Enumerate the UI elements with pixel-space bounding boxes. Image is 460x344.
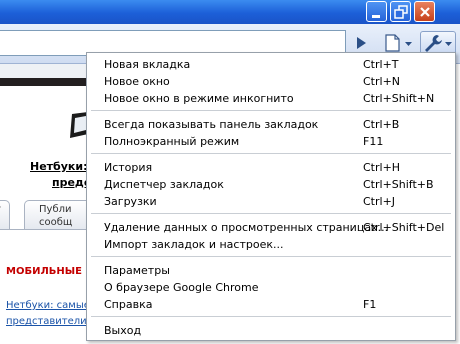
menu-item-downloads[interactable]: Загрузки Ctrl+J bbox=[87, 193, 455, 210]
menu-item-label: Импорт закладок и настроек... bbox=[104, 238, 284, 251]
wrench-dropdown-menu: Новая вкладка Ctrl+T Новое окно Ctrl+N Н… bbox=[86, 52, 456, 341]
menu-separator bbox=[91, 256, 451, 257]
menu-item-label: Полноэкранный режим bbox=[104, 135, 240, 148]
menu-item-shortcut: Ctrl+B bbox=[363, 118, 400, 131]
menu-item-bookmark-manager[interactable]: Диспетчер закладок Ctrl+Shift+B bbox=[87, 176, 455, 193]
menu-item-label: Удаление данных о просмотренных страница… bbox=[104, 221, 389, 234]
menu-item-label: Всегда показывать панель закладок bbox=[104, 118, 319, 131]
restore-button[interactable] bbox=[390, 1, 411, 22]
page-header-strip bbox=[0, 64, 86, 78]
minimize-button[interactable] bbox=[366, 1, 387, 22]
page-tab-label-line2: сообщ bbox=[39, 217, 73, 228]
menu-item-clear-data[interactable]: Удаление данных о просмотренных страница… bbox=[87, 219, 455, 236]
menu-item-about[interactable]: О браузере Google Chrome bbox=[87, 279, 455, 296]
menu-separator bbox=[91, 213, 451, 214]
menu-item-shortcut: Ctrl+Shift+Del bbox=[363, 221, 445, 234]
tab-divider bbox=[0, 229, 86, 230]
section-heading: МОБИЛЬНЫЕ П bbox=[6, 266, 86, 277]
page-tab-label-line1: Публи bbox=[39, 204, 72, 215]
menu-item-shortcut: Ctrl+H bbox=[363, 161, 401, 174]
article-title[interactable]: Нетбуки: bbox=[30, 160, 86, 173]
menu-item-shortcut: F11 bbox=[363, 135, 384, 148]
menu-item-history[interactable]: История Ctrl+H bbox=[87, 159, 455, 176]
menu-item-incognito[interactable]: Новое окно в режиме инкогнито Ctrl+Shift… bbox=[87, 90, 455, 107]
menu-item-shortcut: Ctrl+Shift+N bbox=[363, 92, 435, 105]
menu-item-shortcut: Ctrl+J bbox=[363, 195, 396, 208]
menu-item-shortcut: Ctrl+T bbox=[363, 58, 399, 71]
page-visible-area: Нетбуки: предс у Публи сообщ МОБИЛЬНЫЕ П… bbox=[0, 64, 86, 344]
menu-item-label: Диспетчер закладок bbox=[104, 178, 224, 191]
window-title-bar bbox=[0, 0, 460, 24]
menu-item-label: Параметры bbox=[104, 264, 170, 277]
menu-separator bbox=[91, 110, 451, 111]
menu-item-label: Новое окно bbox=[104, 75, 170, 88]
close-button[interactable] bbox=[414, 1, 435, 22]
menu-item-label: Выход bbox=[104, 324, 142, 337]
article-subtitle[interactable]: предс bbox=[52, 176, 86, 189]
menu-item-label: Загрузки bbox=[104, 195, 157, 208]
menu-item-bookmarks-bar[interactable]: Всегда показывать панель закладок Ctrl+B bbox=[87, 116, 455, 133]
menu-item-shortcut: Ctrl+N bbox=[363, 75, 401, 88]
menu-item-new-window[interactable]: Новое окно Ctrl+N bbox=[87, 73, 455, 90]
menu-item-fullscreen[interactable]: Полноэкранный режим F11 bbox=[87, 133, 455, 150]
menu-item-shortcut: F1 bbox=[363, 298, 377, 311]
menu-item-new-tab[interactable]: Новая вкладка Ctrl+T bbox=[87, 56, 455, 73]
close-icon bbox=[420, 7, 430, 17]
menu-separator bbox=[91, 316, 451, 317]
menu-item-options[interactable]: Параметры bbox=[87, 262, 455, 279]
menu-item-label: Справка bbox=[104, 298, 153, 311]
restore-icon bbox=[394, 5, 408, 19]
menu-item-label: История bbox=[104, 161, 153, 174]
minimize-icon bbox=[372, 15, 380, 18]
menu-item-label: О браузере Google Chrome bbox=[104, 281, 259, 294]
menu-item-label: Новое окно в режиме инкогнито bbox=[104, 92, 294, 105]
menu-item-import[interactable]: Импорт закладок и настроек... bbox=[87, 236, 455, 253]
page-header-bar bbox=[0, 78, 86, 86]
menu-item-shortcut: Ctrl+Shift+B bbox=[363, 178, 434, 191]
wrench-icon bbox=[425, 35, 452, 52]
menu-item-exit[interactable]: Выход bbox=[87, 322, 455, 339]
article-link[interactable]: Нетбуки: самые bbox=[6, 300, 86, 311]
menu-item-label: Новая вкладка bbox=[104, 58, 191, 71]
page-tab-publications[interactable]: Публи сообщ bbox=[24, 200, 86, 230]
page-tab-label: у bbox=[0, 204, 1, 215]
page-tab[interactable]: у bbox=[0, 200, 10, 230]
article-link-continued[interactable]: представители bbox=[6, 316, 86, 327]
laptop-image bbox=[70, 112, 86, 138]
menu-item-help[interactable]: Справка F1 bbox=[87, 296, 455, 313]
menu-separator bbox=[91, 153, 451, 154]
